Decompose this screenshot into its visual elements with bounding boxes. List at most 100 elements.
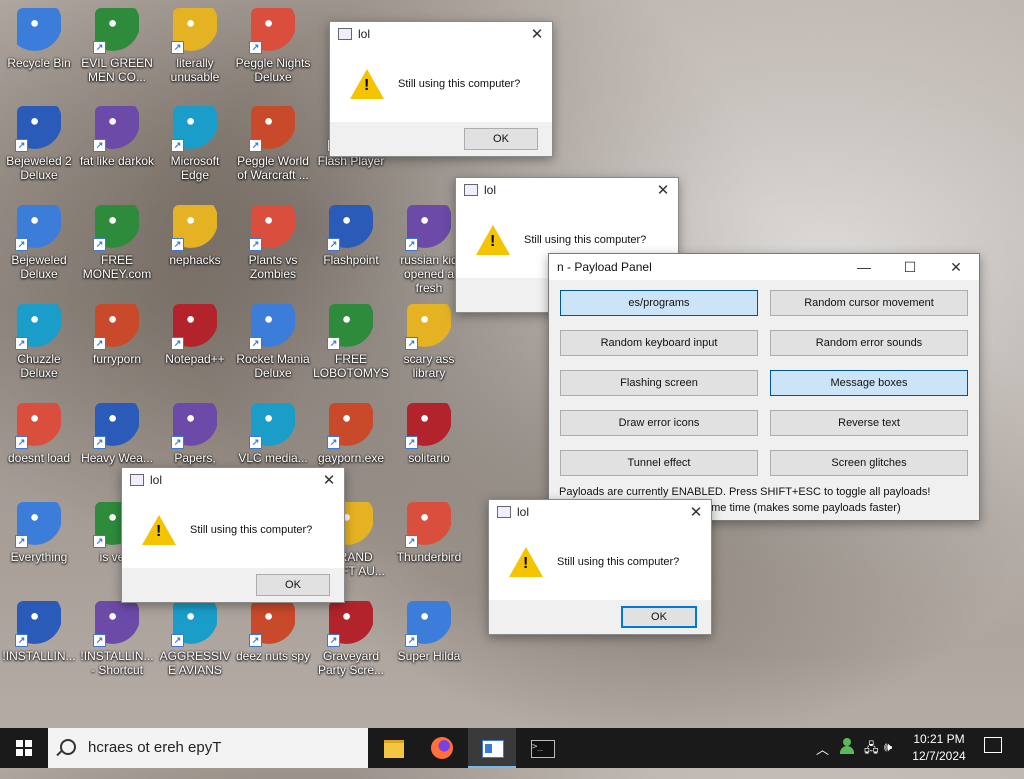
panel-titlebar[interactable]: n - Payload Panel — ☐ ✕ <box>549 254 979 280</box>
payload-toggle-button[interactable]: Draw error icons <box>560 410 758 436</box>
dialog-titlebar[interactable]: lol ✕ <box>456 178 678 202</box>
desktop-icon[interactable]: ↗ deez nuts spy <box>234 599 312 663</box>
desktop-icon[interactable]: ↗ doesnt load <box>0 401 78 465</box>
desktop-icon[interactable]: ↗ Peggle World of Warcraft ... <box>234 104 312 182</box>
desktop-icon[interactable]: ↗ scary ass library <box>390 302 468 380</box>
chevron-up-icon[interactable]: ︿ <box>816 739 829 779</box>
desktop-icon[interactable]: ↗ Chuzzle Deluxe <box>0 302 78 380</box>
desktop-icon[interactable]: ↗ Flashpoint <box>312 203 390 267</box>
payload-toggle-button[interactable]: Random keyboard input <box>560 330 758 356</box>
app-icon <box>464 184 478 196</box>
close-icon[interactable]: ✕ <box>656 181 670 199</box>
ok-button[interactable]: OK <box>621 606 697 628</box>
mpi-icon: ↗ <box>93 106 139 152</box>
dialog-titlebar[interactable]: lol ✕ <box>122 468 344 492</box>
chrome-icon: ↗ <box>171 8 217 54</box>
payload-toggle-button[interactable]: Screen glitches <box>770 450 968 476</box>
user-icon[interactable] <box>840 737 854 755</box>
desktop-icon-label: Super Hilda <box>397 649 461 663</box>
taskbar-search-box[interactable]: hcraes ot ereh epyT <box>48 728 368 768</box>
window-icon <box>482 740 504 758</box>
volume-icon[interactable]: 🕪 <box>884 739 892 779</box>
desktop-icon-label: fat like darkok <box>79 154 155 168</box>
bejeweled2-icon: ↗ <box>15 106 61 152</box>
desktop-icon[interactable]: ↗ solitario <box>390 401 468 465</box>
thunderbird-icon: ↗ <box>405 502 451 548</box>
chuzzle-icon: ↗ <box>15 304 61 350</box>
payload-panel-taskbar-button[interactable] <box>468 728 516 768</box>
desktop-icon-label: EVIL GREEN MEN CO... <box>81 56 153 84</box>
desktop-icon[interactable]: ↗ Everything <box>0 500 78 564</box>
desktop-icon[interactable]: ↗ !INSTALLIN... <box>0 599 78 663</box>
app-icon <box>338 28 352 40</box>
desktop-icon[interactable]: ↗ AGGRESSIVE AVIANS <box>156 599 234 677</box>
close-icon[interactable]: ✕ <box>689 503 703 521</box>
lobotomy-icon: ↗ <box>327 304 373 350</box>
payload-toggle-button[interactable]: Message boxes <box>770 370 968 396</box>
start-button[interactable] <box>0 728 48 768</box>
windows-logo-icon <box>16 740 32 756</box>
notifications-icon[interactable] <box>984 737 1002 753</box>
clock[interactable]: 10:21 PM 12/7/2024 <box>904 731 974 765</box>
desktop-icon-label: !INSTALLIN... - Shortcut <box>80 649 154 677</box>
shortcut-arrow-icon: ↗ <box>93 139 106 152</box>
desktop-icon[interactable]: ↗ Rocket Mania Deluxe <box>234 302 312 380</box>
minimize-icon[interactable]: — <box>841 259 887 276</box>
message-dialog: lol ✕ ! Still using this computer? OK <box>488 499 712 635</box>
panel-title: n - Payload Panel <box>557 260 652 274</box>
cards-icon: ↗ <box>405 403 451 449</box>
desktop-icon-label: Peggle Nights Deluxe <box>235 56 311 84</box>
desktop-icon-label: literally unusable <box>170 56 220 84</box>
desktop-icon[interactable]: ↗ !INSTALLIN... - Shortcut <box>78 599 156 677</box>
desktop-icon[interactable]: ↗ furryporn <box>78 302 156 366</box>
desktop-icon[interactable]: Recycle Bin <box>0 6 78 70</box>
dialog-message: Still using this computer? <box>190 524 313 536</box>
desktop-icon[interactable]: ↗ Peggle Nights Deluxe <box>234 6 312 84</box>
desktop-icon[interactable]: ↗ EVIL GREEN MEN CO... <box>78 6 156 84</box>
desktop-icon[interactable]: ↗ nephacks <box>156 203 234 267</box>
peggle-icon: ↗ <box>249 106 295 152</box>
payload-toggle-button[interactable]: Random error sounds <box>770 330 968 356</box>
desktop-icon[interactable]: ↗ FREE MONEY.com <box>78 203 156 281</box>
close-icon[interactable]: ✕ <box>530 25 544 43</box>
ok-button[interactable]: OK <box>256 574 330 596</box>
maximize-icon[interactable]: ☐ <box>887 259 933 276</box>
shortcut-arrow-icon: ↗ <box>15 535 28 548</box>
file-explorer-taskbar-button[interactable] <box>370 728 418 768</box>
desktop-icon[interactable]: ↗ gayporn.exe <box>312 401 390 465</box>
payload-toggle-button[interactable]: Flashing screen <box>560 370 758 396</box>
thunderbird-icon: ↗ <box>15 403 61 449</box>
dialog-titlebar[interactable]: lol ✕ <box>330 22 552 46</box>
desktop-icon[interactable]: ↗ VLC media... <box>234 401 312 465</box>
desktop-icon[interactable]: ↗ Plants vs Zombies <box>234 203 312 281</box>
desktop-icon[interactable]: ↗ FREE LOBOTOMYS <box>312 302 390 380</box>
desktop-icon[interactable]: ↗ fat like darkok <box>78 104 156 168</box>
desktop-icon[interactable]: ↗ Bejeweled 2 Deluxe <box>0 104 78 182</box>
desktop-icon[interactable]: ↗ Super Hilda <box>390 599 468 663</box>
library-icon: ↗ <box>405 304 451 350</box>
desktop-icon[interactable]: ↗ Bejeweled Deluxe <box>0 203 78 281</box>
network-icon[interactable]: 🖧 <box>864 739 879 779</box>
desktop-icon[interactable]: ↗ Notepad++ <box>156 302 234 366</box>
desktop-icon[interactable]: ↗ Thunderbird <box>390 500 468 564</box>
pixel-icon: ↗ <box>405 601 451 647</box>
ok-button[interactable]: OK <box>464 128 538 150</box>
warning-icon: ! <box>350 69 384 99</box>
grave-icon: ↗ <box>327 601 373 647</box>
taskbar: hcraes ot ereh epyT >_ ︿ 🖧 🕪 10:21 PM 12… <box>0 728 1024 768</box>
payload-toggle-button[interactable]: Random cursor movement <box>770 290 968 316</box>
payload-toggle-button[interactable]: Tunnel effect <box>560 450 758 476</box>
payload-toggle-button[interactable]: es/programs <box>560 290 758 316</box>
rocket-icon: ↗ <box>249 304 295 350</box>
desktop-icon[interactable]: ↗ Graveyard Party Scre... <box>312 599 390 677</box>
dialog-titlebar[interactable]: lol ✕ <box>489 500 711 524</box>
close-icon[interactable]: ✕ <box>933 259 979 276</box>
desktop-icon[interactable]: ↗ Heavy Wea... <box>78 401 156 465</box>
close-icon[interactable]: ✕ <box>322 471 336 489</box>
vlc-icon: ↗ <box>249 403 295 449</box>
firefox-taskbar-button[interactable] <box>418 728 466 768</box>
terminal-taskbar-button[interactable]: >_ <box>518 728 566 768</box>
desktop-icon[interactable]: ↗ literally unusable <box>156 6 234 84</box>
payload-toggle-button[interactable]: Reverse text <box>770 410 968 436</box>
desktop-icon[interactable]: ↗ Microsoft Edge <box>156 104 234 182</box>
